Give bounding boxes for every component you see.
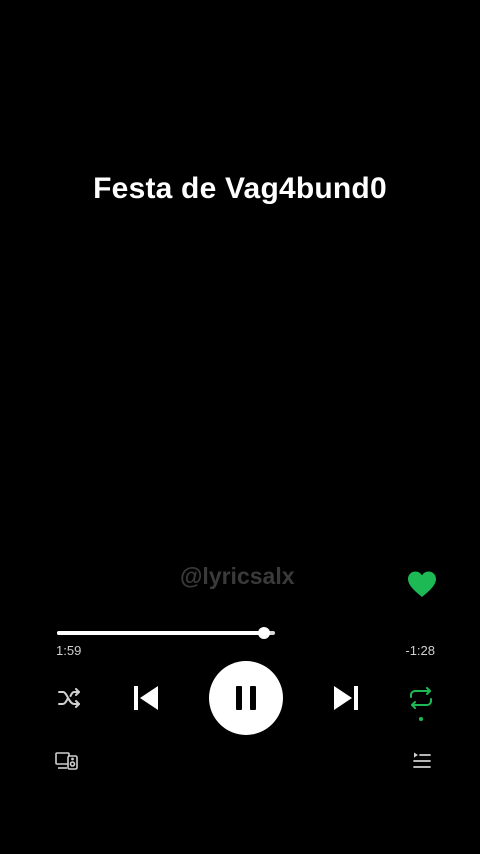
devices-icon: [55, 752, 78, 770]
like-button[interactable]: [406, 570, 438, 598]
repeat-button[interactable]: [406, 686, 436, 710]
pause-icon: [236, 686, 256, 710]
shuffle-icon: [58, 688, 80, 708]
progress-fill: [57, 631, 265, 635]
repeat-active-indicator: [419, 717, 423, 721]
progress-thumb[interactable]: [258, 627, 271, 639]
play-pause-button[interactable]: [209, 661, 283, 735]
watermark: @lyricsalx: [180, 563, 295, 589]
queue-icon: [413, 752, 431, 768]
skip-previous-icon: [134, 686, 158, 710]
next-button[interactable]: [328, 680, 364, 716]
devices-button[interactable]: [55, 751, 79, 771]
heart-icon: [408, 571, 436, 597]
repeat-icon: [410, 687, 432, 709]
previous-button[interactable]: [128, 680, 164, 716]
lyric-line: Festa de Vag4bund0: [93, 172, 387, 205]
skip-next-icon: [334, 686, 358, 710]
shuffle-button[interactable]: [56, 686, 84, 710]
queue-button[interactable]: [412, 751, 432, 771]
progress-bar[interactable]: [57, 626, 275, 640]
elapsed-time: 1:59: [56, 643, 82, 658]
remaining-time: -1:28: [405, 643, 435, 658]
